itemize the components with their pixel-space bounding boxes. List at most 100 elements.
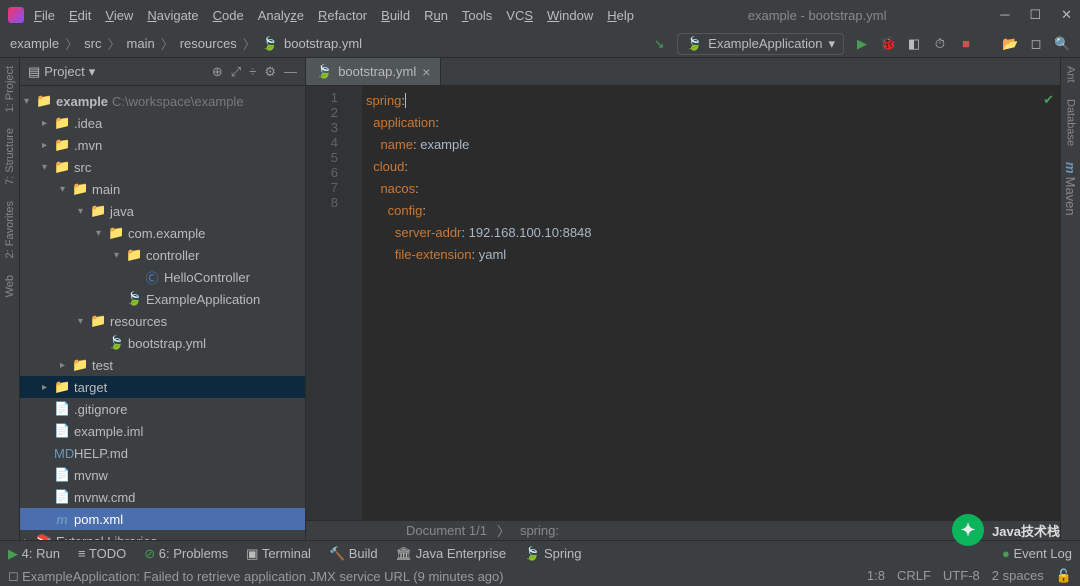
code-area[interactable]: 12345678 spring: application: name: exam… xyxy=(306,86,1060,520)
tree-bootstrap[interactable]: 🍃bootstrap.yml xyxy=(20,332,305,354)
menu-run[interactable]: Run xyxy=(424,8,448,23)
left-tool-strip: 1: Project 7: Structure 2: Favorites Web xyxy=(0,58,20,540)
menu-view[interactable]: View xyxy=(105,8,133,23)
right-tool-strip: Ant Database m Maven xyxy=(1060,58,1080,540)
menu-vcs[interactable]: VCS xyxy=(506,8,533,23)
tree-test[interactable]: ▸📁test xyxy=(20,354,305,376)
crumb-src[interactable]: src xyxy=(84,36,101,51)
tree-pkg[interactable]: ▾📁com.example xyxy=(20,222,305,244)
minimize-icon[interactable]: ─ xyxy=(1000,7,1009,23)
menu-refactor[interactable]: Refactor xyxy=(318,8,367,23)
code-content[interactable]: spring: application: name: example cloud… xyxy=(362,86,1060,520)
crumb-main[interactable]: main xyxy=(127,36,155,51)
tree-mvn[interactable]: ▸📁.mvn xyxy=(20,134,305,156)
vcs-icon[interactable]: 📂 xyxy=(1002,36,1018,52)
spring-tool[interactable]: 🍃 Spring xyxy=(524,546,581,562)
editor: 🍃 bootstrap.yml × 12345678 spring: appli… xyxy=(306,58,1060,540)
gear-icon[interactable]: ⚙ xyxy=(264,64,276,80)
tree-resources[interactable]: ▾📁resources xyxy=(20,310,305,332)
leaf-icon: 🍃 xyxy=(686,36,702,52)
tree-target[interactable]: ▸📁target xyxy=(20,376,305,398)
event-log-tool[interactable]: ● Event Log xyxy=(1002,546,1072,561)
editor-breadcrumb: Document 1/1 〉 spring: xyxy=(306,520,1060,540)
coverage-icon[interactable]: ◧ xyxy=(906,36,922,52)
run-config-selector[interactable]: 🍃 ExampleApplication ▾ xyxy=(677,33,844,55)
tree-pom[interactable]: mpom.xml xyxy=(20,508,305,530)
debug-icon[interactable]: 🐞 xyxy=(880,36,896,52)
tab-structure[interactable]: 7: Structure xyxy=(4,128,16,185)
stop-icon[interactable]: ■ xyxy=(958,36,974,51)
menu-tools[interactable]: Tools xyxy=(462,8,492,23)
hammer-icon[interactable]: ↘ xyxy=(651,36,667,52)
tree-root[interactable]: ▾📁exampleC:\workspace\example xyxy=(20,90,305,112)
project-panel: ▤ Project ▾ ⊕ ⤢ ÷ ⚙ — ▾📁exampleC:\worksp… xyxy=(20,58,306,540)
crumb-resources[interactable]: resources xyxy=(180,36,237,51)
hide-icon[interactable]: — xyxy=(284,64,297,80)
crumb-project[interactable]: example xyxy=(10,36,59,51)
terminal-tool[interactable]: ▣ Terminal xyxy=(246,546,311,562)
search-icon[interactable]: 🔍 xyxy=(1054,36,1070,52)
collapse-icon[interactable]: ÷ xyxy=(249,64,256,80)
tree-java[interactable]: ▾📁java xyxy=(20,200,305,222)
run-icon[interactable]: ▶ xyxy=(854,36,870,52)
tree-gitignore[interactable]: 📄.gitignore xyxy=(20,398,305,420)
build-tool[interactable]: 🔨 Build xyxy=(329,546,378,562)
profiler-icon[interactable]: ⏱ xyxy=(932,36,948,52)
caret-position[interactable]: 1:8 xyxy=(867,568,885,584)
lock-icon[interactable]: 🔓 xyxy=(1056,568,1072,584)
menu-analyze[interactable]: Analyze xyxy=(258,8,304,23)
menu-window[interactable]: Window xyxy=(547,8,593,23)
menu-edit[interactable]: Edit xyxy=(69,8,91,23)
line-numbers: 12345678 xyxy=(306,86,346,520)
fold-gutter[interactable] xyxy=(346,86,362,520)
tab-web[interactable]: Web xyxy=(4,275,16,297)
tab-bootstrap[interactable]: 🍃 bootstrap.yml × xyxy=(306,58,441,85)
file-encoding[interactable]: UTF-8 xyxy=(943,568,980,584)
tree-controller[interactable]: ▾📁controller xyxy=(20,244,305,266)
tab-project[interactable]: 1: Project xyxy=(4,66,16,112)
tree-hello[interactable]: ⒸHelloController xyxy=(20,266,305,288)
tree-iml[interactable]: 📄example.iml xyxy=(20,420,305,442)
tree-mvnw[interactable]: 📄mvnw xyxy=(20,464,305,486)
menu-file[interactable]: File xyxy=(34,8,55,23)
jee-tool[interactable]: 🏛 Java Enterprise xyxy=(396,546,506,562)
expand-icon[interactable]: ⤢ xyxy=(231,64,241,80)
editor-tabs: 🍃 bootstrap.yml × xyxy=(306,58,1060,86)
tree-mvnwcmd[interactable]: 📄mvnw.cmd xyxy=(20,486,305,508)
project-panel-title[interactable]: Project xyxy=(44,64,84,79)
tab-maven[interactable]: m Maven xyxy=(1063,162,1078,216)
tree-extlibs[interactable]: ▸📚External Libraries xyxy=(20,530,305,540)
tab-database[interactable]: Database xyxy=(1065,99,1077,146)
tree-idea[interactable]: ▸📁.idea xyxy=(20,112,305,134)
problems-tool[interactable]: ⊘ 6: Problems xyxy=(144,546,228,562)
project-icon: ▤ xyxy=(28,64,40,80)
maximize-icon[interactable]: ☐ xyxy=(1029,7,1041,23)
tab-favorites[interactable]: 2: Favorites xyxy=(4,201,16,258)
tree-help[interactable]: MDHELP.md xyxy=(20,442,305,464)
tree-main[interactable]: ▾📁main xyxy=(20,178,305,200)
todo-tool[interactable]: ≡ TODO xyxy=(78,546,126,561)
project-tree[interactable]: ▾📁exampleC:\workspace\example ▸📁.idea ▸📁… xyxy=(20,86,305,540)
chevron-down-icon[interactable]: ▾ xyxy=(89,64,96,80)
tree-app[interactable]: 🍃ExampleApplication xyxy=(20,288,305,310)
run-tool[interactable]: ▶ 4: Run xyxy=(8,546,60,562)
tab-label: bootstrap.yml xyxy=(338,64,416,79)
hide-panels-icon[interactable]: ◻ xyxy=(1028,36,1044,52)
indent[interactable]: 2 spaces xyxy=(992,568,1044,584)
menu-code[interactable]: Code xyxy=(213,8,244,23)
inspection-ok-icon[interactable]: ✔ xyxy=(1043,92,1054,108)
title-bar: File Edit View Navigate Code Analyze Ref… xyxy=(0,0,1080,30)
bottom-tool-bar: ▶ 4: Run ≡ TODO ⊘ 6: Problems ▣ Terminal… xyxy=(0,540,1080,566)
tab-ant[interactable]: Ant xyxy=(1065,66,1077,83)
tree-src[interactable]: ▾📁src xyxy=(20,156,305,178)
line-separator[interactable]: CRLF xyxy=(897,568,931,584)
locate-icon[interactable]: ⊕ xyxy=(212,64,223,80)
menu-build[interactable]: Build xyxy=(381,8,410,23)
crumb-file[interactable]: bootstrap.yml xyxy=(284,36,362,51)
menu-help[interactable]: Help xyxy=(607,8,634,23)
tab-close-icon[interactable]: × xyxy=(422,64,430,80)
close-icon[interactable]: ✕ xyxy=(1061,7,1072,23)
status-icon[interactable]: ◻ xyxy=(8,568,19,584)
status-bar: ◻ ExampleApplication: Failed to retrieve… xyxy=(0,566,1080,586)
menu-navigate[interactable]: Navigate xyxy=(147,8,198,23)
